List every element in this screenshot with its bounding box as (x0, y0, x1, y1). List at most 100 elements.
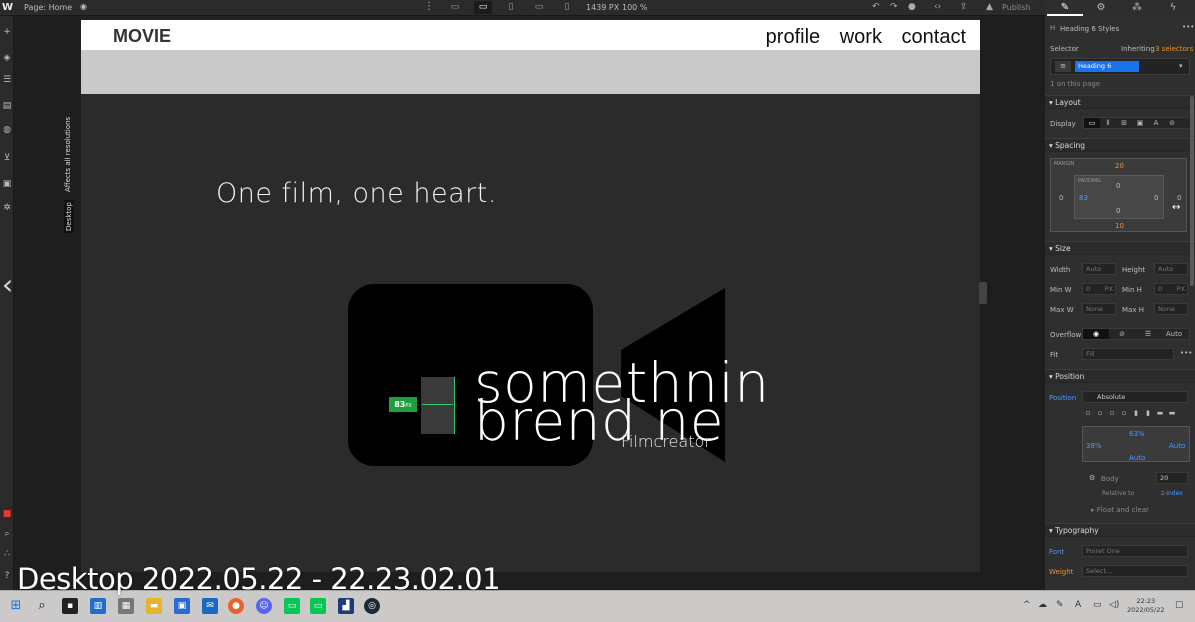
padding-badge[interactable]: 83PX (389, 397, 417, 412)
inheriting-count[interactable]: 3 selectors (1155, 45, 1193, 53)
desktop-breakpoint-label[interactable]: Desktop (64, 200, 74, 233)
font-select[interactable]: Poiret One (1082, 545, 1188, 557)
webflow-logo-icon[interactable]: W (2, 1, 15, 14)
min-width-input[interactable]: 0 PX (1082, 283, 1116, 295)
padding-bottom-value[interactable]: 0 (1116, 207, 1120, 215)
export-icon[interactable]: ⇪ (960, 1, 968, 14)
overflow-hidden-icon[interactable]: ⊘ (1109, 329, 1135, 339)
selector-menu-icon[interactable]: ≡ (1055, 61, 1071, 72)
margin-top-value[interactable]: 20 (1115, 162, 1124, 170)
app-icon[interactable]: ▦ (118, 598, 134, 614)
notifications-icon[interactable]: ▢ (1175, 600, 1184, 610)
size-section-header[interactable]: ▾ Size (1045, 241, 1195, 255)
overflow-scroll-icon[interactable]: ☰ (1135, 329, 1161, 339)
nav-link-work[interactable]: work (840, 26, 882, 48)
breakpoint-base-icon[interactable]: ▭ (474, 1, 492, 14)
app-icon-2[interactable]: ▟ (338, 598, 354, 614)
display-block-icon[interactable]: ▭ (1084, 118, 1100, 128)
min-height-input[interactable]: 0 PX (1154, 283, 1188, 295)
style-tab-brush-icon[interactable]: ✎ (1047, 1, 1083, 16)
tray-pen-icon[interactable]: ✎ (1056, 600, 1064, 610)
add-plus-icon[interactable]: + (1, 26, 13, 38)
firefox-icon[interactable]: ● (228, 598, 244, 614)
pages-icon[interactable]: ▤ (1, 100, 13, 112)
more-options-icon[interactable]: ⋮ (424, 1, 434, 12)
settings-gear-icon[interactable]: ✲ (1, 202, 13, 214)
position-right-value[interactable]: Auto (1169, 442, 1185, 450)
design-canvas[interactable]: MOVIE profile work contact One film, one… (81, 16, 980, 572)
assets-icon[interactable]: ▣ (1, 178, 13, 190)
spacing-section-header[interactable]: ▾ Spacing (1045, 138, 1195, 152)
pos-preset-1-icon[interactable]: ▫ (1082, 408, 1094, 418)
tray-monitor-icon[interactable]: ▭ (1093, 600, 1102, 610)
site-brand[interactable]: MOVIE (113, 26, 171, 47)
relative-target-gear-icon[interactable]: ⚙ (1089, 474, 1095, 482)
publish-icon[interactable]: ▲ (986, 1, 993, 14)
pos-preset-3-icon[interactable]: ▫ (1106, 408, 1118, 418)
tray-cloud-icon[interactable]: ☁ (1038, 600, 1047, 610)
width-input[interactable]: Auto (1082, 263, 1116, 275)
task-view-icon[interactable]: ▪ (62, 598, 78, 614)
settings-tab-gear-icon[interactable]: ⚙ (1083, 1, 1119, 14)
display-grid-icon[interactable]: ⊞ (1116, 118, 1132, 128)
min-height-unit[interactable]: PX (1177, 284, 1185, 294)
preview-eye-icon[interactable]: ◉ (80, 2, 87, 11)
float-clear-toggle[interactable]: ▸ Float and clear (1091, 506, 1149, 514)
display-flex-icon[interactable]: ⫴ (1100, 118, 1116, 128)
position-section-header[interactable]: ▾ Position (1045, 369, 1195, 383)
nav-link-profile[interactable]: profile (766, 26, 820, 48)
panel-scrollbar[interactable] (1190, 96, 1194, 286)
display-inline-icon[interactable]: A (1148, 118, 1164, 128)
search-icon[interactable]: ⌕ (34, 598, 50, 614)
widgets-icon[interactable]: ▥ (90, 598, 106, 614)
weight-select[interactable]: Select... (1082, 565, 1188, 577)
padding-top-value[interactable]: 0 (1116, 182, 1120, 190)
fit-more-icon[interactable]: ••• (1180, 349, 1192, 357)
margin-right-value[interactable]: 0 (1177, 194, 1181, 202)
tray-overflow-chevron-icon[interactable]: ^ (1023, 600, 1031, 610)
spacing-editor[interactable]: MARGIN 20 0 0 10 PADDING 0 83 0 0 (1050, 158, 1187, 232)
breakpoint-landscape-icon[interactable]: ▭ (530, 1, 548, 14)
panel-more-icon[interactable]: ••• (1182, 23, 1194, 31)
cms-database-icon[interactable]: ◍ (1, 124, 13, 136)
pos-preset-8-icon[interactable]: ▬ (1166, 408, 1178, 418)
hero-tagline[interactable]: One film, one heart. (216, 178, 497, 209)
users-icon[interactable]: ∴ (1, 548, 13, 560)
position-top-value[interactable]: 63% (1129, 430, 1145, 438)
breakpoint-desktop-icon[interactable]: ▭ (446, 1, 464, 14)
position-offsets-editor[interactable]: 63% 38% Auto Auto (1082, 426, 1190, 462)
z-index-input[interactable]: 20 (1156, 472, 1188, 484)
undo-icon[interactable]: ↶ (872, 1, 880, 14)
steam-icon[interactable]: ◎ (364, 598, 380, 614)
padding-editor[interactable]: PADDING 0 83 0 0 (1074, 175, 1164, 219)
code-icon[interactable]: ‹› (934, 1, 941, 14)
relative-target-value[interactable]: Body (1101, 475, 1119, 483)
height-input[interactable]: Auto (1154, 263, 1188, 275)
line-icon[interactable]: ▭ (284, 598, 300, 614)
position-select[interactable]: Absolute (1082, 391, 1188, 403)
clock[interactable]: 22:23 2022/05/22 (1127, 597, 1164, 615)
record-icon[interactable]: ■ (1, 508, 13, 520)
publish-button[interactable]: Publish (1002, 3, 1031, 12)
max-width-input[interactable]: None (1082, 303, 1116, 315)
interactions-tab-drops-icon[interactable]: ⁂ (1119, 1, 1155, 14)
typography-section-header[interactable]: ▾ Typography (1045, 523, 1195, 537)
position-left-value[interactable]: 38% (1086, 442, 1102, 450)
display-none-icon[interactable]: ⊘ (1164, 118, 1180, 128)
fit-select[interactable]: Fill (1082, 348, 1174, 360)
nav-link-contact[interactable]: contact (902, 26, 966, 48)
margin-left-value[interactable]: 0 (1059, 194, 1063, 202)
overflow-auto-button[interactable]: Auto (1161, 329, 1187, 339)
file-explorer-icon[interactable]: ▬ (146, 598, 162, 614)
max-height-input[interactable]: None (1154, 303, 1188, 315)
gray-banner[interactable] (81, 50, 980, 94)
pos-preset-2-icon[interactable]: ▫ (1094, 408, 1106, 418)
padding-left-value[interactable]: 83 (1079, 194, 1088, 202)
discord-icon[interactable]: ☺ (256, 598, 272, 614)
layout-section-header[interactable]: ▾ Layout (1045, 95, 1195, 109)
symbols-cube-icon[interactable]: ◈ (1, 52, 13, 64)
tray-volume-icon[interactable]: ◁) (1109, 600, 1119, 610)
pos-preset-4-icon[interactable]: ▫ (1118, 408, 1130, 418)
margin-bottom-value[interactable]: 10 (1115, 222, 1124, 230)
line-icon-2[interactable]: ▭ (310, 598, 326, 614)
